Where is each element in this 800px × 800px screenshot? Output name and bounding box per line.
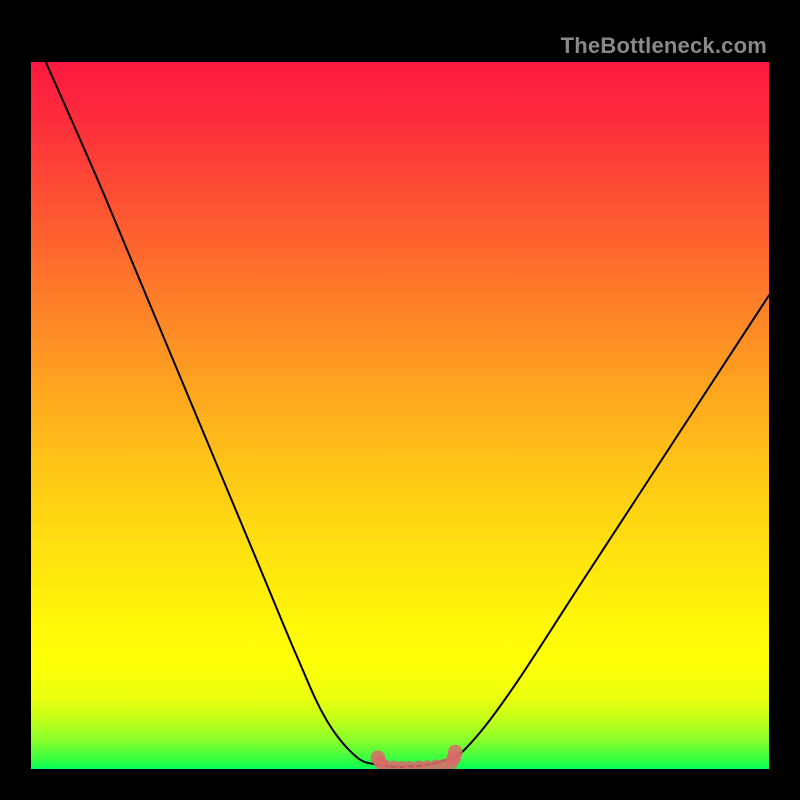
gradient-background: [31, 62, 769, 769]
watermark-text: TheBottleneck.com: [561, 33, 769, 59]
chart-frame: TheBottleneck.com: [31, 31, 769, 769]
label-bar: TheBottleneck.com: [31, 31, 769, 62]
plot-area: TheBottleneck.com: [31, 31, 769, 769]
